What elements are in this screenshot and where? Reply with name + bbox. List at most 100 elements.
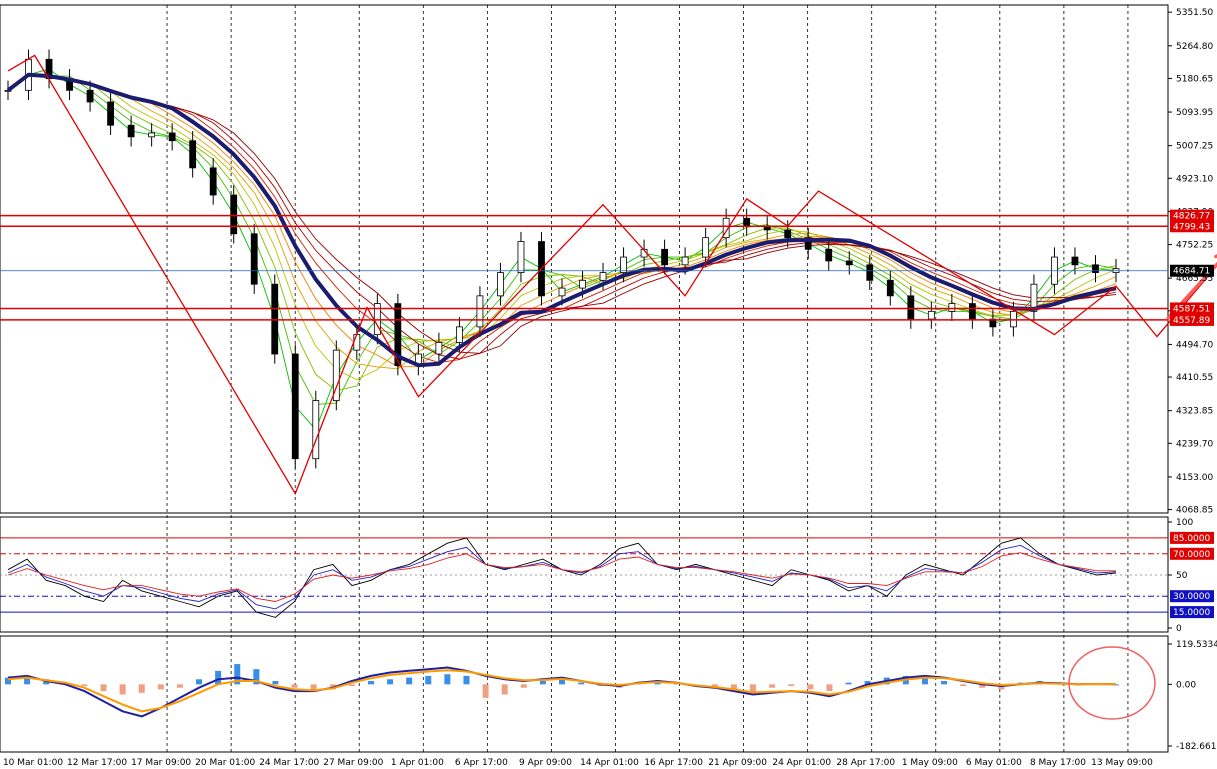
y-tick-label: 4923.10 (1176, 174, 1213, 184)
y-tick-label: 4153.00 (1176, 473, 1213, 483)
osc-level-label: 85.0000 (1173, 534, 1210, 544)
x-tick-label: 13 May 09:00 (1091, 758, 1153, 768)
candle-body (968, 303, 976, 320)
y-tick-label: -182.6615 (1176, 742, 1217, 752)
macd-bar (501, 684, 508, 695)
candle-body (127, 124, 135, 138)
x-tick-label: 16 Apr 17:00 (644, 758, 703, 768)
candle-body (1071, 256, 1079, 266)
macd-bar (291, 684, 298, 688)
macd-bar (406, 677, 413, 685)
candle-body (866, 264, 874, 281)
osc-level-label: 70.0000 (1173, 550, 1210, 560)
macd-bar (176, 684, 183, 688)
candle-body (291, 353, 299, 460)
macd-bar (425, 675, 432, 685)
candle-body (230, 194, 238, 235)
macd-bar (520, 684, 527, 688)
x-tick-label: 1 May 09:00 (902, 758, 958, 768)
x-tick-label: 17 Mar 09:00 (131, 758, 191, 768)
macd-bar (578, 682, 585, 685)
price-axis-boxes: 4826.774799.43 4587.51 4557.89 4684.71 (1170, 209, 1214, 326)
x-tick-label: 27 Mar 09:00 (323, 758, 383, 768)
macd-bar (100, 684, 107, 692)
x-tick-label: 1 Apr 01:00 (391, 758, 444, 768)
x-tick-label: 28 Apr 17:00 (836, 758, 895, 768)
y-tick-label: 5093.95 (1176, 108, 1213, 118)
macd-bar (119, 684, 126, 695)
osc-level-label: 15.0000 (1173, 608, 1210, 618)
x-tick-label: 6 May 01:00 (966, 758, 1022, 768)
candle-body (927, 310, 935, 320)
y-tick-label: 0 (1176, 624, 1182, 634)
y-tick-label: 0.00 (1176, 680, 1196, 690)
candle-body (743, 217, 751, 227)
macd-bar (138, 684, 145, 693)
y-tick-label: 5264.80 (1176, 42, 1213, 52)
candle-body (907, 295, 915, 320)
y-tick-label: 50 (1176, 571, 1188, 581)
candle-body (497, 272, 504, 297)
x-tick-label: 8 May 17:00 (1030, 758, 1086, 768)
candle-body (620, 256, 627, 273)
candle-body (148, 132, 156, 138)
y-tick-label: 4323.85 (1176, 407, 1213, 417)
macd-bar (215, 670, 222, 685)
x-tick-label: 21 Apr 09:00 (708, 758, 767, 768)
candle-body (558, 287, 566, 297)
x-tick-label: 14 Apr 01:00 (580, 758, 639, 768)
current-price-label: 4684.71 (1173, 267, 1210, 277)
macd-bar (482, 684, 489, 698)
x-tick-label: 24 Apr 01:00 (772, 758, 831, 768)
x-tick-label: 9 Apr 09:00 (519, 758, 572, 768)
x-tick-label: 6 Apr 17:00 (455, 758, 508, 768)
macd-bar (157, 684, 164, 690)
candle-body (579, 279, 586, 289)
macd-bar (444, 674, 451, 685)
candle-body (250, 233, 258, 285)
candle-body (476, 295, 484, 328)
candle-body (168, 132, 176, 142)
macd-bar (826, 684, 833, 692)
candle-body (599, 272, 607, 281)
y-tick-label: 4494.70 (1176, 340, 1213, 350)
macd-bar (769, 684, 776, 688)
candle-body (271, 283, 279, 355)
candle-body (86, 89, 94, 103)
macd-bar (845, 682, 852, 685)
y-tick-label: 119.5334 (1176, 640, 1217, 650)
candle-body (435, 341, 443, 355)
y-tick-label: 4068.85 (1176, 506, 1213, 516)
y-tick-label: 4410.55 (1176, 373, 1213, 383)
y-tick-label: 5351.50 (1176, 8, 1213, 18)
candle-body (886, 279, 894, 297)
y-tick-label: 100 (1176, 518, 1193, 528)
candle-body (209, 167, 217, 196)
candle-body (189, 140, 197, 169)
candle-body (456, 326, 463, 343)
macd-bar (348, 684, 355, 687)
level-price-label: 4587.51 (1173, 304, 1210, 314)
macd-bar (463, 675, 470, 685)
candle-body (107, 101, 114, 126)
x-tick-label: 12 Mar 17:00 (67, 758, 127, 768)
macd-bar (81, 684, 88, 687)
candle-body (353, 334, 361, 351)
trading-chart: 5351.50 5264.80 5180.65 5093.95 5007.25 4923.… (0, 0, 1217, 769)
candle-body (312, 400, 320, 460)
x-tick-label: 10 Mar 01:00 (3, 758, 63, 768)
macd-bar (807, 684, 814, 690)
candle-body (517, 241, 525, 273)
macd-bar (960, 684, 967, 687)
y-tick-label: 5007.25 (1176, 142, 1213, 152)
macd-bar (539, 680, 546, 685)
level-price-label: 4826.77 (1173, 212, 1210, 222)
macd-bar (788, 684, 795, 687)
macd-bar (387, 679, 394, 685)
y-tick-label: 5180.65 (1176, 74, 1213, 84)
candle-body (948, 303, 956, 312)
macd-bar (196, 679, 203, 685)
candle-body (825, 248, 833, 262)
level-price-label: 4799.43 (1173, 222, 1210, 232)
candle-body (784, 229, 792, 239)
